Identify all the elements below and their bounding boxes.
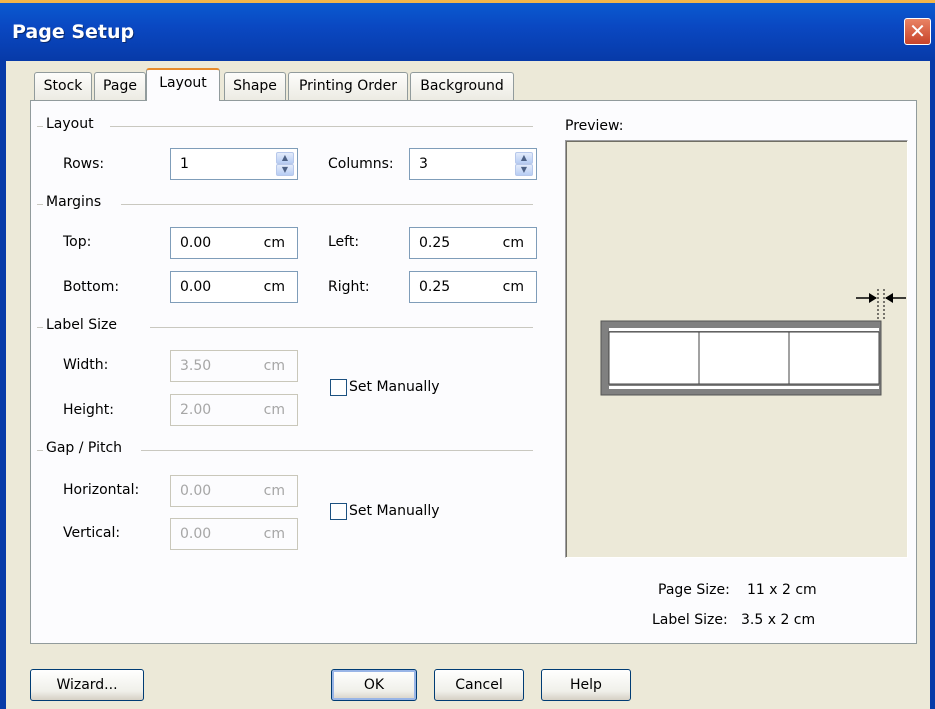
page-bottom-strip xyxy=(609,386,879,389)
tab-stock[interactable]: Stock xyxy=(34,72,92,100)
label-size-set-manually-label[interactable]: Set Manually xyxy=(349,379,440,395)
unit-label: cm xyxy=(263,402,285,418)
label-cell-3 xyxy=(788,331,880,385)
window-frame-right xyxy=(930,61,935,709)
horizontal-gap-value: 0.00 xyxy=(180,483,212,499)
vertical-gap-label: Vertical: xyxy=(63,525,121,541)
spin-down-icon[interactable]: ▼ xyxy=(515,164,533,176)
gap-set-manually-label[interactable]: Set Manually xyxy=(349,503,440,519)
horizontal-gap-label: Horizontal: xyxy=(63,482,140,498)
vertical-gap-field: 0.00 cm xyxy=(170,518,298,550)
tab-shape[interactable]: Shape xyxy=(224,72,286,100)
top-margin-field[interactable]: 0.00 cm xyxy=(170,227,298,259)
cancel-button[interactable]: Cancel xyxy=(434,669,524,701)
label-size-info-label: Label Size: xyxy=(652,612,728,628)
vertical-gap-value: 0.00 xyxy=(180,526,212,542)
bottom-margin-value: 0.00 xyxy=(180,279,212,295)
wizard-button[interactable]: Wizard... xyxy=(30,669,144,701)
label-preview-drawing xyxy=(600,289,906,396)
group-dash xyxy=(37,204,43,205)
unit-label: cm xyxy=(263,483,285,499)
page-size-value: 11 x 2 cm xyxy=(747,582,817,598)
unit-label: cm xyxy=(502,279,524,295)
unit-label: cm xyxy=(263,526,285,542)
window-title: Page Setup xyxy=(12,21,135,43)
unit-label: cm xyxy=(263,279,285,295)
label-height-value: 2.00 xyxy=(180,402,212,418)
right-margin-field[interactable]: 0.25 cm xyxy=(409,271,537,303)
group-divider xyxy=(121,204,533,205)
label-height-field: 2.00 cm xyxy=(170,394,298,426)
gap-set-manually-checkbox[interactable] xyxy=(330,503,347,520)
label-size-group-title: Label Size xyxy=(44,317,119,333)
group-divider xyxy=(110,126,533,127)
unit-label: cm xyxy=(263,358,285,374)
group-divider xyxy=(150,327,533,328)
margins-group-title: Margins xyxy=(44,194,104,210)
unit-label: cm xyxy=(502,235,524,251)
top-margin-label: Top: xyxy=(63,234,92,250)
layout-group-title: Layout xyxy=(44,116,96,132)
spin-down-icon[interactable]: ▼ xyxy=(276,164,294,176)
label-width-field: 3.50 cm xyxy=(170,350,298,382)
spin-up-icon[interactable]: ▲ xyxy=(276,152,294,164)
horizontal-gap-field: 0.00 cm xyxy=(170,475,298,507)
group-divider xyxy=(141,450,533,451)
tab-page[interactable]: Page xyxy=(94,72,146,100)
columns-value: 3 xyxy=(419,156,428,172)
preview-pane xyxy=(565,140,908,558)
right-margin-label: Right: xyxy=(328,279,370,295)
label-height-label: Height: xyxy=(63,402,114,418)
unit-label: cm xyxy=(263,235,285,251)
page-size-label: Page Size: xyxy=(658,582,730,598)
close-icon[interactable]: ✕ xyxy=(904,18,931,45)
rows-value: 1 xyxy=(180,156,189,172)
ok-button[interactable]: OK xyxy=(331,669,417,701)
right-margin-value: 0.25 xyxy=(419,279,451,295)
page-top-strip xyxy=(609,328,879,331)
rows-label: Rows: xyxy=(63,156,105,172)
label-width-value: 3.50 xyxy=(180,358,212,374)
left-margin-label: Left: xyxy=(328,234,360,250)
bottom-margin-field[interactable]: 0.00 cm xyxy=(170,271,298,303)
preview-label: Preview: xyxy=(565,118,624,134)
margin-arrowhead-left xyxy=(869,293,877,303)
left-margin-value: 0.25 xyxy=(419,235,451,251)
top-margin-value: 0.00 xyxy=(180,235,212,251)
label-size-info-value: 3.5 x 2 cm xyxy=(741,612,816,628)
window-frame-left xyxy=(0,61,6,709)
label-cell-2 xyxy=(698,331,790,385)
gap-pitch-group-title: Gap / Pitch xyxy=(44,440,125,456)
columns-spinner[interactable]: 3 ▲ ▼ xyxy=(409,148,537,180)
tab-printing-order[interactable]: Printing Order xyxy=(288,72,408,100)
rows-spinner[interactable]: 1 ▲ ▼ xyxy=(170,148,298,180)
margin-arrowhead-right xyxy=(885,293,893,303)
label-size-set-manually-checkbox[interactable] xyxy=(330,379,347,396)
help-button[interactable]: Help xyxy=(541,669,631,701)
tab-background[interactable]: Background xyxy=(410,72,514,100)
group-dash xyxy=(37,450,43,451)
title-bar[interactable]: Page Setup ✕ xyxy=(0,3,935,61)
label-width-label: Width: xyxy=(63,357,109,373)
group-dash xyxy=(37,327,43,328)
bottom-margin-label: Bottom: xyxy=(63,279,120,295)
columns-label: Columns: xyxy=(328,156,394,172)
label-cell-1 xyxy=(608,331,700,385)
group-dash xyxy=(37,126,43,127)
tab-layout[interactable]: Layout xyxy=(146,68,220,101)
left-margin-field[interactable]: 0.25 cm xyxy=(409,227,537,259)
spin-up-icon[interactable]: ▲ xyxy=(515,152,533,164)
